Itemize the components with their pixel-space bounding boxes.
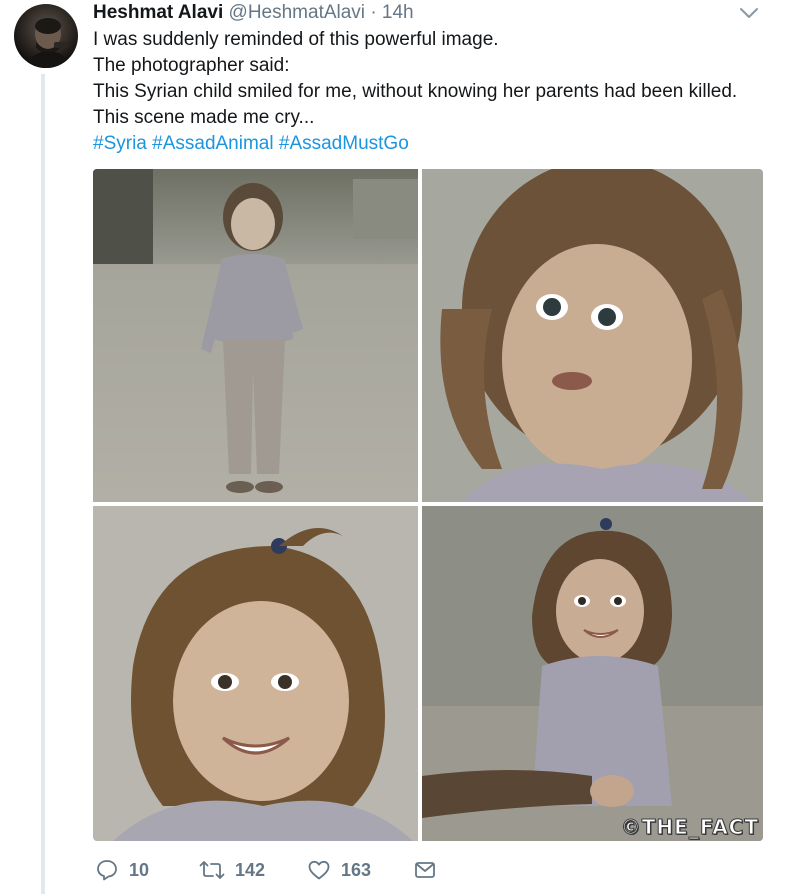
avatar[interactable] xyxy=(14,4,78,68)
photo-3[interactable] xyxy=(93,506,418,841)
retweet-icon xyxy=(199,861,225,879)
thread-connector-line xyxy=(41,74,45,894)
reply-count: 10 xyxy=(129,859,150,880)
hashtag-link[interactable]: #AssadMustGo xyxy=(279,133,409,154)
envelope-icon xyxy=(415,862,435,878)
photo-1[interactable] xyxy=(93,169,418,502)
like-count: 163 xyxy=(341,859,372,880)
like-button[interactable]: 163 xyxy=(307,856,371,884)
tweet-header: Heshmat Alavi @HeshmatAlavi · 14h xyxy=(93,1,414,25)
media-grid: ©THE_FACT xyxy=(93,169,763,841)
tweet-timestamp[interactable]: 14h xyxy=(382,2,414,23)
author-handle[interactable]: @HeshmatAlavi xyxy=(229,2,366,23)
tweet-menu-button[interactable] xyxy=(738,4,760,22)
photo-4[interactable]: ©THE_FACT xyxy=(422,506,763,841)
separator-dot: · xyxy=(370,2,377,23)
retweet-button[interactable]: 142 xyxy=(199,856,265,884)
retweet-count: 142 xyxy=(235,859,266,880)
reply-button[interactable]: 10 xyxy=(95,856,149,884)
hashtag-link[interactable]: #Syria xyxy=(93,133,147,154)
tweet-text-line: I was suddenly reminded of this powerful… xyxy=(93,29,499,50)
tweet-text: I was suddenly reminded of this powerful… xyxy=(93,27,783,157)
hashtag-line: #Syria #AssadAnimal #AssadMustGo xyxy=(93,131,783,157)
photo-watermark: ©THE_FACT xyxy=(620,815,759,840)
author-name[interactable]: Heshmat Alavi xyxy=(93,2,223,23)
tweet-actions: 10 142 163 xyxy=(93,856,493,884)
reply-icon xyxy=(97,860,117,881)
direct-message-button[interactable] xyxy=(413,856,437,884)
tweet-card: Heshmat Alavi @HeshmatAlavi · 14h I was … xyxy=(0,0,796,894)
tweet-text-line: This Syrian child smiled for me, without… xyxy=(93,81,738,102)
tweet-text-line: This scene made me cry... xyxy=(93,107,315,128)
chevron-down-icon xyxy=(740,8,758,18)
photo-2[interactable] xyxy=(422,169,763,502)
tweet-text-line: The photographer said: xyxy=(93,55,290,76)
heart-icon xyxy=(308,860,330,880)
hashtag-link[interactable]: #AssadAnimal xyxy=(152,133,273,154)
